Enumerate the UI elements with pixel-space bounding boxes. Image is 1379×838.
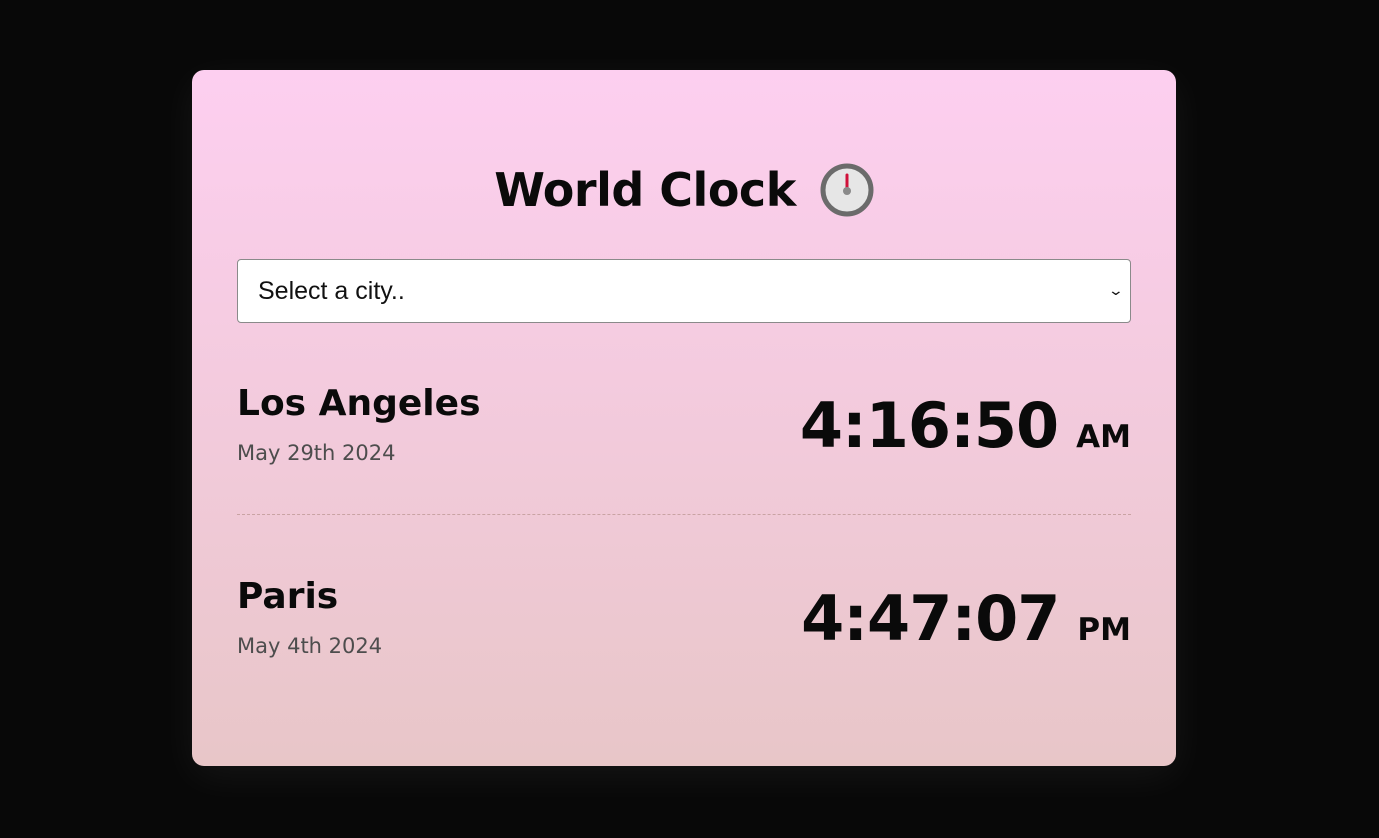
city-date: May 4th 2024 <box>237 634 383 658</box>
city-date: May 29th 2024 <box>237 441 396 465</box>
chevron-down-icon: ⌄ <box>1107 283 1125 299</box>
city-row-los-angeles: Los Angeles May 29th 2024 4:16:50 AM <box>237 375 1131 485</box>
city-select[interactable]: Select a city.. ⌄ <box>237 259 1131 323</box>
city-name: Paris <box>237 576 339 617</box>
header: World Clock <box>192 158 1176 222</box>
city-name: Los Angeles <box>237 383 481 424</box>
time-ampm: PM <box>1077 612 1131 648</box>
city-time: 4:47:07 PM <box>801 582 1131 655</box>
row-divider <box>237 514 1131 515</box>
stopwatch-icon <box>820 163 874 217</box>
time-value: 4:47:07 <box>801 582 1060 655</box>
page-title: World Clock <box>494 163 796 217</box>
time-value: 4:16:50 <box>799 389 1059 462</box>
world-clock-card: World Clock Select a city.. ⌄ Los Angele… <box>192 70 1176 766</box>
time-ampm: AM <box>1076 419 1131 455</box>
city-row-paris: Paris May 4th 2024 4:47:07 PM <box>237 568 1131 678</box>
city-time: 4:16:50 AM <box>800 389 1131 462</box>
city-select-value: Select a city.. <box>258 276 405 305</box>
